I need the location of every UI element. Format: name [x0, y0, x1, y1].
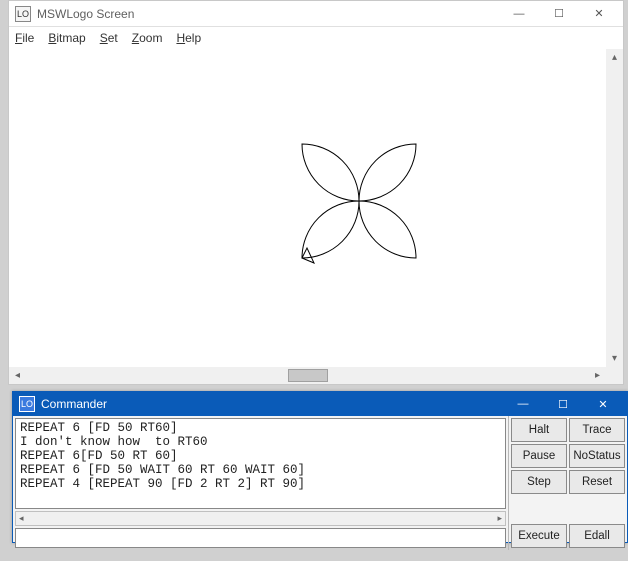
step-button[interactable]: Step: [511, 470, 567, 494]
commander-left-pane: REPEAT 6 [FD 50 RT60] I don't know how t…: [13, 416, 509, 550]
commander-window: LO Commander — ☐ ✕ REPEAT 6 [FD 50 RT60]…: [12, 391, 628, 543]
nostatus-button[interactable]: NoStatus: [569, 444, 625, 468]
logo-app-icon: LO: [15, 6, 31, 22]
menu-label: elp: [185, 31, 201, 45]
menu-set[interactable]: Set: [100, 31, 118, 45]
commander-title: Commander: [41, 397, 503, 411]
turtle-drawing: [9, 49, 609, 384]
maximize-button[interactable]: ☐: [543, 392, 583, 416]
history-horizontal-scrollbar[interactable]: ◂ ▸: [15, 511, 506, 526]
canvas-horizontal-scrollbar[interactable]: ◂ ▸: [9, 367, 606, 384]
commander-body: REPEAT 6 [FD 50 RT60] I don't know how t…: [13, 416, 627, 550]
menu-label: oom: [139, 31, 162, 45]
minimize-button[interactable]: —: [503, 392, 543, 416]
trace-button[interactable]: Trace: [569, 418, 625, 442]
hscroll-thumb[interactable]: [288, 369, 328, 382]
menu-zoom[interactable]: Zoom: [132, 31, 163, 45]
scroll-right-arrow-icon[interactable]: ▸: [589, 367, 606, 384]
screen-menubar: File Bitmap Set Zoom Help: [9, 27, 623, 49]
scroll-left-arrow-icon[interactable]: ◂: [9, 367, 26, 384]
execute-button[interactable]: Execute: [511, 524, 567, 548]
commander-button-panel: Halt Trace Pause NoStatus Step Reset Exe…: [509, 416, 627, 550]
mswlogo-screen-window: LO MSWLogo Screen — ☐ ✕ File Bitmap Set …: [8, 0, 624, 385]
close-button[interactable]: ✕: [583, 392, 623, 416]
scroll-right-arrow-icon[interactable]: ▸: [494, 513, 505, 524]
screen-title: MSWLogo Screen: [37, 7, 499, 21]
drawing-canvas[interactable]: ▴ ▾ ◂ ▸: [9, 49, 623, 384]
button-spacer: [511, 496, 625, 520]
minimize-button[interactable]: —: [499, 1, 539, 27]
close-button[interactable]: ✕: [579, 1, 619, 27]
menu-label: itmap: [56, 31, 85, 45]
scroll-corner: [606, 367, 623, 384]
scroll-left-arrow-icon[interactable]: ◂: [16, 513, 27, 524]
scroll-up-arrow-icon[interactable]: ▴: [606, 49, 623, 66]
command-input[interactable]: [15, 528, 506, 548]
command-history[interactable]: REPEAT 6 [FD 50 RT60] I don't know how t…: [15, 418, 506, 509]
menu-file[interactable]: File: [15, 31, 34, 45]
canvas-vertical-scrollbar[interactable]: ▴ ▾: [606, 49, 623, 367]
scroll-down-arrow-icon[interactable]: ▾: [606, 350, 623, 367]
halt-button[interactable]: Halt: [511, 418, 567, 442]
screen-window-controls: — ☐ ✕: [499, 1, 619, 27]
reset-button[interactable]: Reset: [569, 470, 625, 494]
menu-label: et: [108, 31, 118, 45]
screen-titlebar[interactable]: LO MSWLogo Screen — ☐ ✕: [9, 1, 623, 27]
menu-help[interactable]: Help: [176, 31, 201, 45]
edall-button[interactable]: Edall: [569, 524, 625, 548]
pause-button[interactable]: Pause: [511, 444, 567, 468]
logo-app-icon: LO: [19, 396, 35, 412]
commander-titlebar[interactable]: LO Commander — ☐ ✕: [13, 392, 627, 416]
menu-label: ile: [22, 31, 34, 45]
maximize-button[interactable]: ☐: [539, 1, 579, 27]
menu-bitmap[interactable]: Bitmap: [48, 31, 85, 45]
